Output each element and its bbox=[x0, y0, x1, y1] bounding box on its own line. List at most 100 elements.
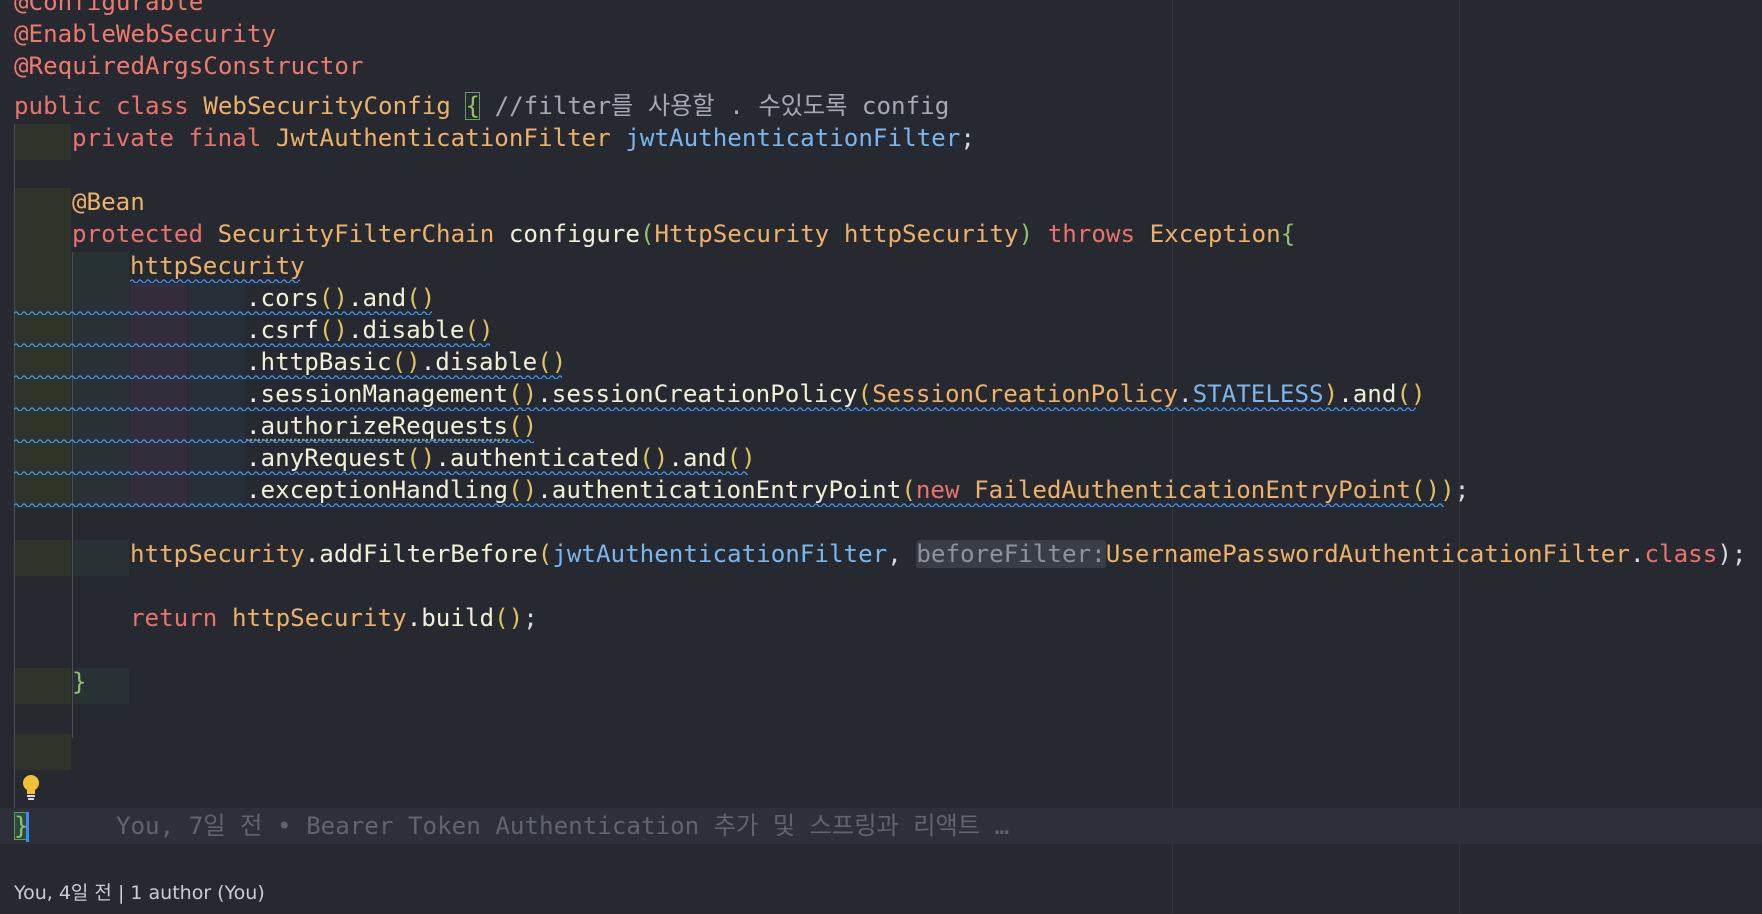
code-editor[interactable]: @Configurable @EnableWebSecurity @Requir… bbox=[0, 0, 1762, 914]
paren: ( bbox=[537, 540, 553, 568]
code-line[interactable]: } You, 7일 전 • Bearer Token Authenticatio… bbox=[14, 808, 1009, 844]
warning-squiggle bbox=[14, 438, 534, 443]
git-blame-footer[interactable]: You, 4일 전 | 1 author (You) bbox=[14, 880, 265, 906]
indent-guide-line bbox=[14, 124, 15, 808]
indent-guide-block bbox=[14, 220, 71, 256]
code-line[interactable]: return httpSecurity.build(); bbox=[130, 600, 538, 636]
enum-constant: STATELESS bbox=[1192, 380, 1324, 408]
field-ref: jwtAuthenticationFilter bbox=[552, 540, 888, 568]
variable: httpSecurity bbox=[130, 540, 305, 568]
annotation: @EnableWebSecurity bbox=[14, 20, 277, 48]
method-name: configure bbox=[508, 220, 640, 248]
indent-guide-block bbox=[72, 252, 129, 288]
variable: httpSecurity bbox=[130, 252, 305, 280]
dot: . bbox=[1629, 540, 1645, 568]
method-call: .addFilterBefore bbox=[304, 540, 538, 568]
warning-squiggle bbox=[14, 342, 490, 347]
indent-guide-block bbox=[72, 540, 129, 576]
text-cursor bbox=[26, 812, 29, 842]
keyword: final bbox=[188, 124, 262, 152]
parens: () bbox=[508, 412, 538, 440]
paren: ) bbox=[1323, 380, 1339, 408]
keyword: public bbox=[14, 92, 102, 120]
keyword: private bbox=[72, 124, 174, 152]
matched-brace: { bbox=[465, 92, 480, 120]
parens: () bbox=[464, 316, 494, 344]
code-line[interactable]: httpSecurity.addFilterBefore(jwtAuthenti… bbox=[130, 536, 1746, 572]
keyword: return bbox=[130, 604, 218, 632]
paren: ) bbox=[1440, 476, 1455, 504]
code-line[interactable]: protected SecurityFilterChain configure(… bbox=[72, 216, 1295, 252]
semicolon: ; bbox=[960, 124, 975, 152]
method-call: .anyRequest bbox=[246, 444, 407, 472]
semicolon: ; bbox=[1454, 476, 1470, 504]
brace: } bbox=[72, 668, 87, 696]
indent-guide-block bbox=[14, 734, 71, 770]
close: ); bbox=[1717, 540, 1747, 568]
comment: //filter를 사용할 . 수있도록 config bbox=[494, 92, 950, 120]
parens: () bbox=[494, 604, 524, 632]
lightbulb-icon[interactable] bbox=[20, 773, 42, 803]
annotation: @Configurable bbox=[14, 0, 204, 16]
warning-squiggle bbox=[14, 310, 432, 315]
param-name: httpSecurity bbox=[843, 220, 1019, 248]
indent-guide-block bbox=[14, 668, 71, 704]
paren: ( bbox=[639, 220, 655, 248]
method-call: .sessionCreationPolicy bbox=[537, 380, 858, 408]
code-line[interactable]: private final JwtAuthenticationFilter jw… bbox=[72, 120, 975, 156]
type-name: Exception bbox=[1149, 220, 1281, 248]
method-call: .authenticationEntryPoint bbox=[537, 476, 902, 504]
warning-squiggle bbox=[14, 374, 562, 379]
class-name: SessionCreationPolicy bbox=[872, 380, 1178, 408]
warning-squiggle bbox=[14, 470, 748, 475]
code-line[interactable]: } bbox=[72, 664, 87, 700]
comma: , bbox=[887, 540, 917, 568]
parens: () bbox=[406, 284, 436, 312]
parens: () bbox=[537, 348, 567, 376]
parens: () bbox=[318, 316, 348, 344]
warning-squiggle bbox=[14, 502, 1444, 507]
code-line[interactable]: @Bean bbox=[72, 184, 145, 220]
type-name: JwtAuthenticationFilter bbox=[275, 124, 611, 152]
parens: () bbox=[726, 444, 756, 472]
indent-guide-block bbox=[14, 124, 71, 160]
dot: . bbox=[1178, 380, 1193, 408]
class-name: FailedAuthenticationEntryPoint bbox=[974, 476, 1411, 504]
warning-squiggle bbox=[14, 406, 1416, 411]
keyword: protected bbox=[72, 220, 204, 248]
annotation: @RequiredArgsConstructor bbox=[14, 52, 364, 80]
method-call: .and bbox=[1338, 380, 1397, 408]
parameter-hint: beforeFilter: bbox=[916, 540, 1106, 568]
deprecated-method-call: .authorizeRequests bbox=[246, 412, 509, 440]
keyword: class bbox=[1644, 540, 1718, 568]
method-call: .disable bbox=[347, 316, 465, 344]
paren: ) bbox=[1018, 220, 1034, 248]
method-call: .and bbox=[668, 444, 727, 472]
parens: () bbox=[406, 444, 436, 472]
paren: ( bbox=[857, 380, 873, 408]
right-margin-guide bbox=[1172, 0, 1173, 914]
method-call: .authenticated bbox=[435, 444, 640, 472]
code-line[interactable]: @RequiredArgsConstructor bbox=[14, 48, 364, 84]
method-call: .exceptionHandling bbox=[246, 476, 509, 504]
code-line[interactable]: @EnableWebSecurity bbox=[14, 16, 276, 52]
variable: httpSecurity bbox=[231, 604, 407, 632]
method-call: .and bbox=[347, 284, 407, 312]
warning-squiggle bbox=[130, 278, 300, 283]
parens: () bbox=[508, 476, 538, 504]
class-name: WebSecurityConfig bbox=[203, 92, 451, 120]
method-call: .sessionManagement bbox=[246, 380, 509, 408]
type-name: SecurityFilterChain bbox=[217, 220, 495, 248]
code-line[interactable]: public class WebSecurityConfig { //filte… bbox=[14, 88, 949, 124]
parens: () bbox=[318, 284, 348, 312]
parens: () bbox=[1396, 380, 1426, 408]
method-call: .build bbox=[406, 604, 495, 632]
inline-git-blame[interactable]: You, 7일 전 • Bearer Token Authentication … bbox=[116, 812, 1009, 840]
method-call: .csrf bbox=[246, 316, 319, 344]
indent-guide-block bbox=[14, 252, 71, 288]
field-name: jwtAuthenticationFilter bbox=[625, 124, 961, 152]
semicolon: ; bbox=[523, 604, 538, 632]
parens: () bbox=[391, 348, 421, 376]
method-call: .cors bbox=[246, 284, 319, 312]
indent-guide-block bbox=[14, 540, 71, 576]
